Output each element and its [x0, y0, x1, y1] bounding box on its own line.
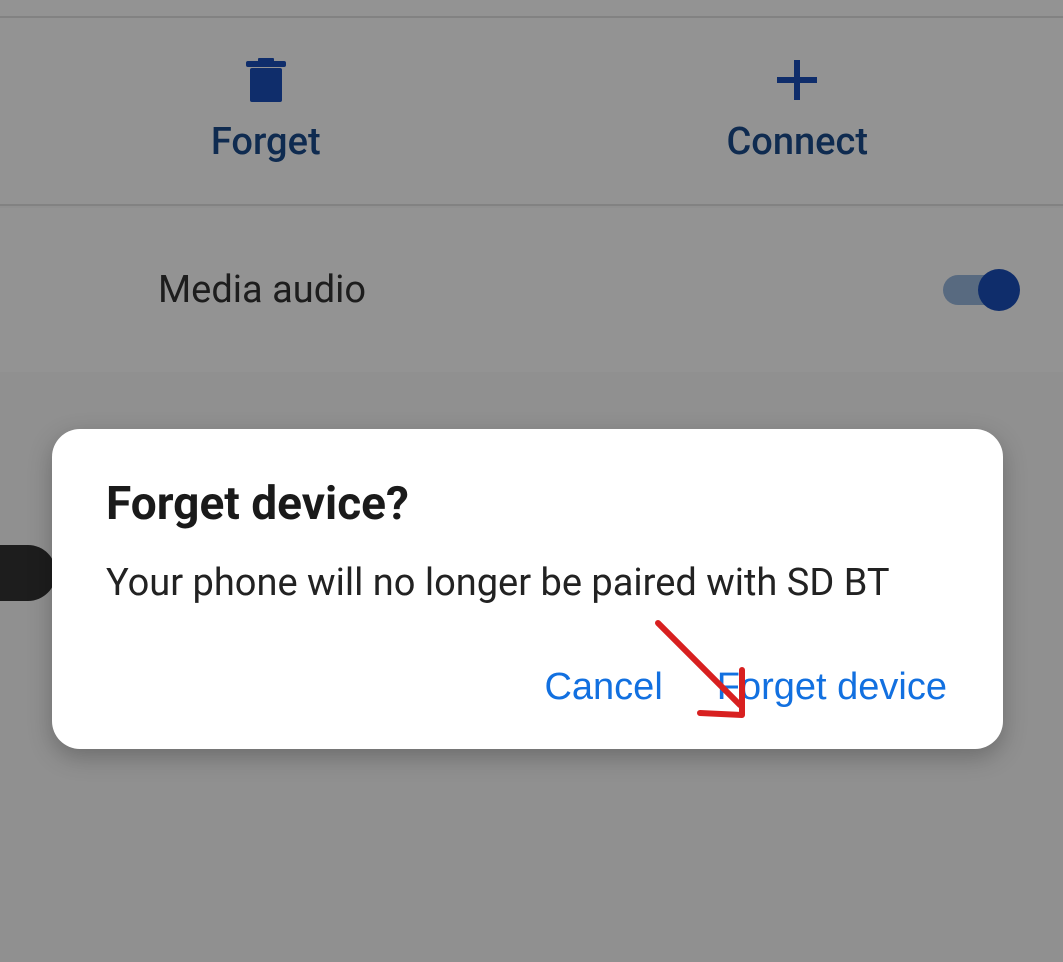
- forget-device-dialog: Forget device? Your phone will no longer…: [52, 429, 1003, 749]
- dialog-message: Your phone will no longer be paired with…: [106, 559, 949, 608]
- cancel-button[interactable]: Cancel: [544, 666, 662, 709]
- dialog-actions: Cancel Forget device: [106, 666, 949, 709]
- forget-device-button[interactable]: Forget device: [717, 666, 947, 709]
- dialog-title: Forget device?: [106, 477, 949, 531]
